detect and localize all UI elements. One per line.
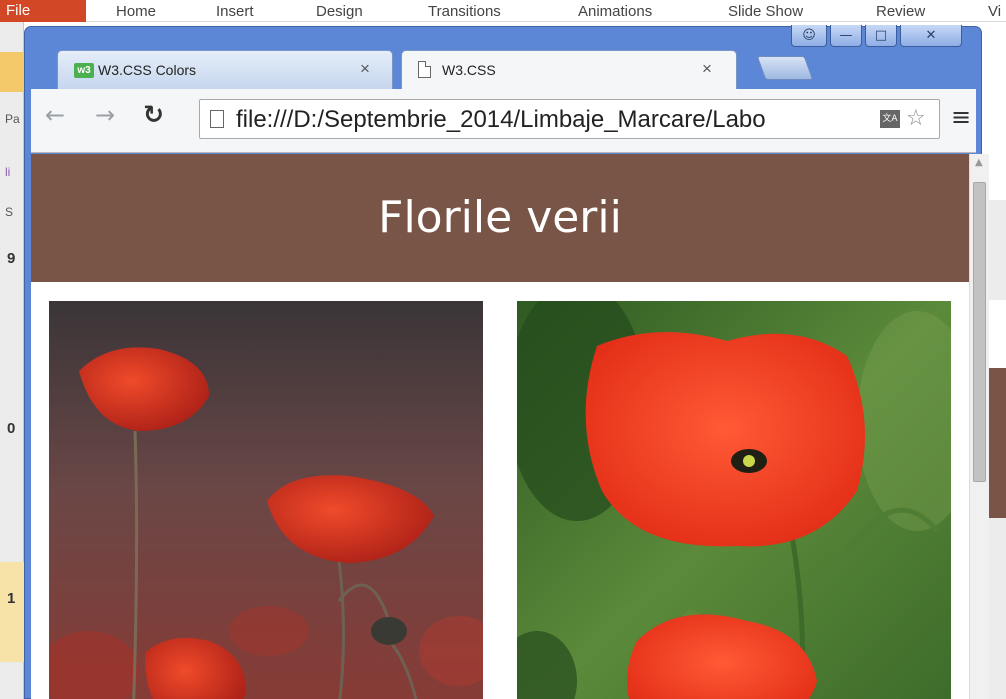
new-tab-button[interactable] bbox=[756, 56, 814, 80]
page-title: Florile verii bbox=[378, 192, 622, 243]
ppt-orange-band bbox=[0, 52, 24, 92]
w3-favicon-icon: w3 bbox=[74, 63, 94, 78]
ppt-tab-home[interactable]: Home bbox=[116, 3, 156, 20]
tab-close-icon[interactable]: × bbox=[360, 59, 370, 79]
ppt-slide-number-0: 0 bbox=[7, 420, 16, 437]
ppt-slide-number-9: 9 bbox=[7, 250, 16, 267]
ppt-thumbnail-brown-block bbox=[989, 368, 1006, 518]
poppies-dark-image bbox=[49, 301, 483, 699]
ppt-side-label-pa: Pa bbox=[5, 112, 20, 126]
forward-arrow-icon[interactable]: → bbox=[95, 101, 115, 129]
powerpoint-ribbon: File Home Insert Design Transitions Anim… bbox=[0, 0, 1006, 22]
tab-title: W3.CSS bbox=[442, 62, 496, 78]
ppt-tab-slide-show[interactable]: Slide Show bbox=[728, 3, 803, 20]
ppt-tab-review[interactable]: Review bbox=[876, 3, 925, 20]
translate-icon[interactable]: 文A bbox=[880, 110, 900, 128]
tab-close-icon[interactable]: × bbox=[702, 59, 712, 79]
ppt-slide-thumbnail[interactable] bbox=[988, 300, 1006, 518]
ppt-side-label-li: li bbox=[5, 165, 11, 179]
photo-poppy-green bbox=[517, 301, 951, 699]
poppy-green-image bbox=[517, 301, 951, 699]
scrollbar-thumb[interactable] bbox=[973, 182, 986, 482]
ppt-file-tab[interactable]: File bbox=[0, 0, 86, 22]
tab-w3css[interactable]: W3.CSS × bbox=[401, 50, 737, 89]
page-icon bbox=[210, 110, 224, 128]
address-bar[interactable]: file:///D:/Septembrie_2014/Limbaje_Marca… bbox=[199, 99, 940, 139]
page-header: Florile verii bbox=[31, 154, 969, 282]
url-text[interactable]: file:///D:/Septembrie_2014/Limbaje_Marca… bbox=[236, 106, 876, 134]
tab-title: W3.CSS Colors bbox=[98, 62, 197, 78]
back-arrow-icon[interactable]: ← bbox=[45, 101, 65, 129]
photo-poppies-dark bbox=[49, 301, 483, 699]
ppt-tab-transitions[interactable]: Transitions bbox=[428, 3, 501, 20]
scroll-up-arrow-icon[interactable]: ▲ bbox=[975, 157, 983, 168]
tab-w3css-colors[interactable]: w3 W3.CSS Colors × bbox=[57, 50, 393, 89]
ppt-side-label-s: S bbox=[5, 205, 14, 219]
page-icon bbox=[418, 61, 431, 78]
menu-icon[interactable]: ≡ bbox=[951, 105, 971, 129]
browser-window: ☺ — □ ✕ w3 W3.CSS Colors × W3.CSS × ← → … bbox=[24, 25, 989, 699]
ppt-slide-number-1: 1 bbox=[7, 590, 16, 607]
vertical-scrollbar[interactable]: ▲ bbox=[969, 154, 989, 699]
ppt-tab-view[interactable]: Vi bbox=[988, 3, 1001, 20]
bookmark-star-icon[interactable]: ☆ bbox=[906, 106, 926, 131]
ppt-tab-design[interactable]: Design bbox=[316, 3, 363, 20]
tab-strip: w3 W3.CSS Colors × W3.CSS × bbox=[49, 44, 979, 89]
ppt-tab-animations[interactable]: Animations bbox=[578, 3, 652, 20]
browser-toolbar: ← → ↻ file:///D:/Septembrie_2014/Limbaje… bbox=[31, 89, 976, 153]
ppt-yellow-band bbox=[0, 562, 24, 662]
ppt-tab-insert[interactable]: Insert bbox=[216, 3, 254, 20]
ppt-slide-panel: Pa li S 9 0 1 bbox=[0, 22, 24, 699]
page-viewport: Florile verii bbox=[31, 154, 969, 699]
reload-icon[interactable]: ↻ bbox=[143, 100, 164, 129]
